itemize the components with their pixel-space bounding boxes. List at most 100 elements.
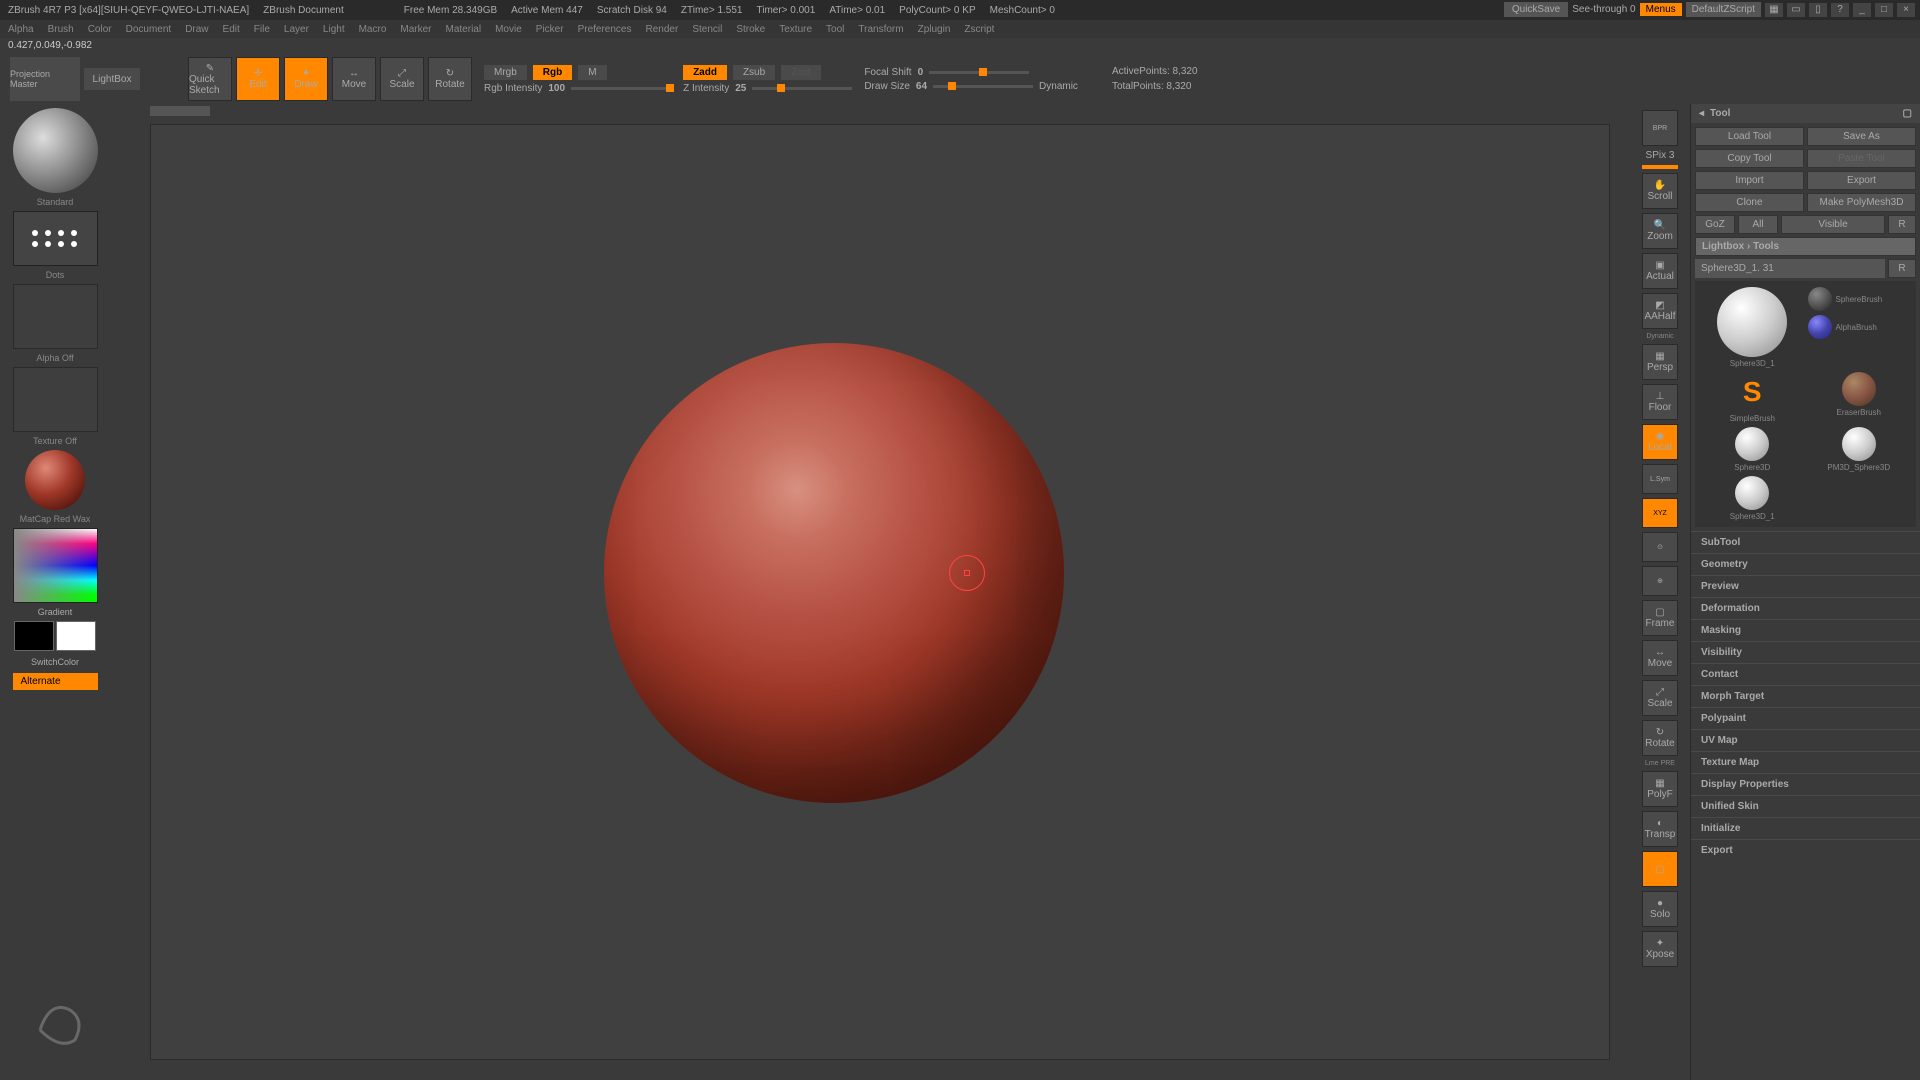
- draw-button[interactable]: ✦ Draw: [284, 57, 328, 101]
- spix-label[interactable]: SPix 3: [1646, 150, 1675, 161]
- lightbox-button[interactable]: LightBox: [84, 68, 140, 90]
- menu-picker[interactable]: Picker: [536, 24, 564, 35]
- minimize-icon[interactable]: _: [1853, 3, 1871, 17]
- timeline-bar[interactable]: [150, 106, 210, 116]
- focalshift-slider[interactable]: [929, 71, 1029, 74]
- drawsize-slider[interactable]: [933, 85, 1033, 88]
- floor-button[interactable]: ⊥Floor: [1642, 384, 1678, 420]
- switchcolor-button[interactable]: SwitchColor: [29, 655, 81, 669]
- frame-button[interactable]: ▢Frame: [1642, 600, 1678, 636]
- polyf-button[interactable]: ▦PolyF: [1642, 771, 1678, 807]
- menu-transform[interactable]: Transform: [858, 24, 903, 35]
- menu-zscript[interactable]: Zscript: [964, 24, 994, 35]
- local-button[interactable]: ◉Local: [1642, 424, 1678, 460]
- maximize-icon[interactable]: □: [1875, 3, 1893, 17]
- menu-movie[interactable]: Movie: [495, 24, 522, 35]
- menu-preferences[interactable]: Preferences: [578, 24, 632, 35]
- menu-zplugin[interactable]: Zplugin: [918, 24, 951, 35]
- persp-button[interactable]: ▦Persp: [1642, 344, 1678, 380]
- dynamic-label[interactable]: Dynamic: [1039, 81, 1078, 92]
- stroke-preview[interactable]: [13, 211, 98, 266]
- help-icon[interactable]: ?: [1831, 3, 1849, 17]
- menus-toggle[interactable]: Menus: [1640, 3, 1682, 16]
- black-swatch[interactable]: [14, 621, 54, 651]
- menu-marker[interactable]: Marker: [400, 24, 431, 35]
- default-script[interactable]: DefaultZScript: [1686, 2, 1761, 17]
- loadtool-button[interactable]: Load Tool: [1695, 127, 1804, 146]
- quicksketch-button[interactable]: ✎ Quick Sketch: [188, 57, 232, 101]
- menu-render[interactable]: Render: [646, 24, 679, 35]
- accordion-unifiedskin[interactable]: Unified Skin: [1691, 795, 1920, 817]
- menu-brush[interactable]: Brush: [48, 24, 74, 35]
- grid-icon[interactable]: ▦: [1765, 3, 1783, 17]
- tool-slot-active[interactable]: Sphere3D_1: [1701, 287, 1804, 368]
- tool-panel-header[interactable]: ◂ Tool ▢: [1691, 104, 1920, 123]
- goz-visible-button[interactable]: Visible: [1781, 215, 1885, 234]
- texture-slot[interactable]: [13, 367, 98, 432]
- gradient-label[interactable]: Gradient: [38, 607, 73, 617]
- seethrough-slider[interactable]: See-through 0: [1572, 4, 1635, 15]
- menu-layer[interactable]: Layer: [284, 24, 309, 35]
- accordion-masking[interactable]: Masking: [1691, 619, 1920, 641]
- alternate-button[interactable]: Alternate: [13, 673, 98, 690]
- accordion-deformation[interactable]: Deformation: [1691, 597, 1920, 619]
- zcut-button[interactable]: Zcut: [781, 65, 820, 80]
- menu-draw[interactable]: Draw: [185, 24, 208, 35]
- panel-close-icon[interactable]: ▢: [1903, 108, 1912, 119]
- saveas-button[interactable]: Save As: [1807, 127, 1916, 146]
- goz-all-button[interactable]: All: [1738, 215, 1778, 234]
- zadd-button[interactable]: Zadd: [683, 65, 727, 80]
- accordion-initialize[interactable]: Initialize: [1691, 817, 1920, 839]
- transp-button[interactable]: ◐Transp: [1642, 811, 1678, 847]
- ghost-button[interactable]: ▢: [1642, 851, 1678, 887]
- copytool-button[interactable]: Copy Tool: [1695, 149, 1804, 168]
- menu-edit[interactable]: Edit: [223, 24, 240, 35]
- bpr-button[interactable]: BPR: [1642, 110, 1678, 146]
- move-tool-button[interactable]: ↔Move: [1642, 640, 1678, 676]
- accordion-texturemap[interactable]: Texture Map: [1691, 751, 1920, 773]
- layout2-icon[interactable]: ▯: [1809, 3, 1827, 17]
- alpha-slot[interactable]: [13, 284, 98, 349]
- accordion-uvmap[interactable]: UV Map: [1691, 729, 1920, 751]
- brush-preview[interactable]: [13, 108, 98, 193]
- mrgb-button[interactable]: Mrgb: [484, 65, 527, 80]
- menu-light[interactable]: Light: [323, 24, 345, 35]
- lightbox-tools-button[interactable]: Lightbox › Tools: [1695, 237, 1916, 256]
- color-picker[interactable]: [13, 528, 98, 603]
- move-button[interactable]: ↔ Move: [332, 57, 376, 101]
- clone-button[interactable]: Clone: [1695, 193, 1804, 212]
- panel-pin-icon[interactable]: ◂: [1699, 108, 1704, 119]
- accordion-visibility[interactable]: Visibility: [1691, 641, 1920, 663]
- accordion-contact[interactable]: Contact: [1691, 663, 1920, 685]
- menu-material[interactable]: Material: [446, 24, 482, 35]
- xyz-button[interactable]: XYZ: [1642, 498, 1678, 528]
- xpose-button[interactable]: ✦Xpose: [1642, 931, 1678, 967]
- aahalf-button[interactable]: ◩AAHalf: [1642, 293, 1678, 329]
- lsym-button[interactable]: L.Sym: [1642, 464, 1678, 494]
- tool-slot[interactable]: Sphere3D_1: [1701, 476, 1804, 521]
- rgb-button[interactable]: Rgb: [533, 65, 572, 80]
- close-icon[interactable]: ×: [1897, 3, 1915, 17]
- accordion-preview[interactable]: Preview: [1691, 575, 1920, 597]
- edit-button[interactable]: ✛ Edit: [236, 57, 280, 101]
- white-swatch[interactable]: [56, 621, 96, 651]
- menu-document[interactable]: Document: [126, 24, 172, 35]
- canvas[interactable]: [150, 124, 1610, 1060]
- quicksave-button[interactable]: QuickSave: [1504, 2, 1568, 17]
- accordion-subtool[interactable]: SubTool: [1691, 531, 1920, 553]
- rgbintensity-slider[interactable]: [571, 87, 671, 90]
- pastetool-button[interactable]: Paste Tool: [1807, 149, 1916, 168]
- tool-slot[interactable]: S SimpleBrush: [1701, 372, 1804, 423]
- tool-slot[interactable]: SphereBrush: [1808, 287, 1911, 311]
- scale-button[interactable]: ⤢ Scale: [380, 57, 424, 101]
- accordion-displayproperties[interactable]: Display Properties: [1691, 773, 1920, 795]
- actual-button[interactable]: ▣Actual: [1642, 253, 1678, 289]
- scale-tool-button[interactable]: ⤢Scale: [1642, 680, 1678, 716]
- spix-slider[interactable]: [1642, 165, 1678, 169]
- menu-color[interactable]: Color: [88, 24, 112, 35]
- pf2-button[interactable]: ⊕: [1642, 566, 1678, 596]
- menu-alpha[interactable]: Alpha: [8, 24, 34, 35]
- menu-macro[interactable]: Macro: [359, 24, 387, 35]
- export-button[interactable]: Export: [1807, 171, 1916, 190]
- pf-button[interactable]: ⊙: [1642, 532, 1678, 562]
